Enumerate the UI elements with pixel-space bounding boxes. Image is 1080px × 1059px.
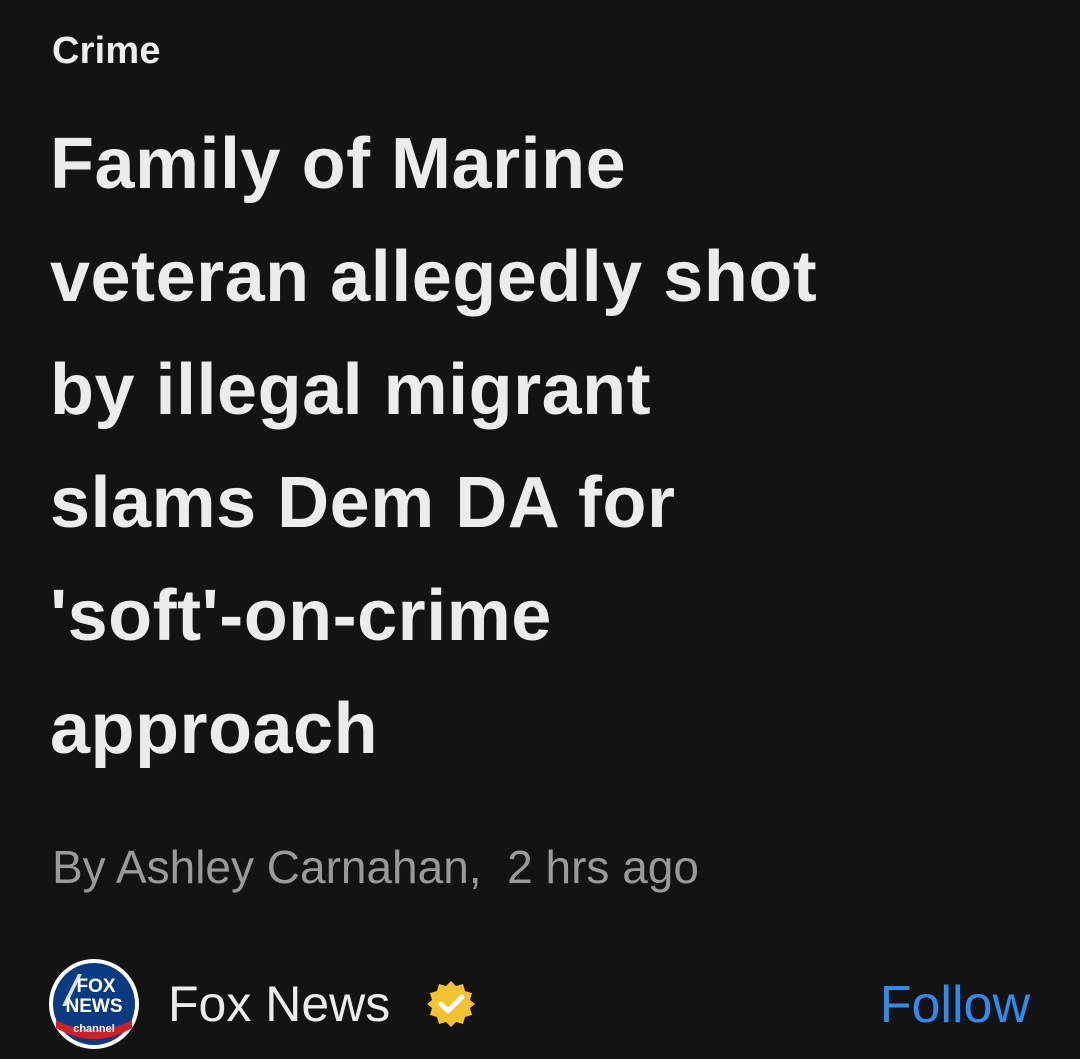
headline-line: slams Dem DA for: [50, 463, 676, 543]
headline[interactable]: Family of Marine veteran allegedly shot …: [50, 108, 1050, 786]
category-label[interactable]: Crime: [52, 30, 161, 73]
source-name[interactable]: Fox News: [168, 975, 390, 1033]
verified-badge-icon: [427, 981, 475, 1027]
headline-line: approach: [50, 689, 379, 769]
fox-news-logo-graphic: FOX NEWS channel: [49, 959, 139, 1049]
byline: By Ashley Carnahan, 2 hrs ago: [52, 841, 699, 893]
headline-line: Family of Marine: [50, 124, 627, 204]
headline-line: 'soft'-on-crime: [50, 576, 552, 656]
headline-line: veteran allegedly shot: [50, 237, 818, 317]
logo-text-fox: FOX: [76, 976, 115, 997]
logo-text-news: NEWS: [66, 996, 123, 1017]
fox-news-logo[interactable]: FOX NEWS channel: [48, 958, 140, 1050]
follow-button[interactable]: Follow: [880, 975, 1030, 1035]
headline-line: by illegal migrant: [50, 350, 652, 430]
logo-text-channel: channel: [73, 1023, 115, 1035]
source-bar: FOX NEWS channel Fox News Follow: [48, 955, 1032, 1051]
